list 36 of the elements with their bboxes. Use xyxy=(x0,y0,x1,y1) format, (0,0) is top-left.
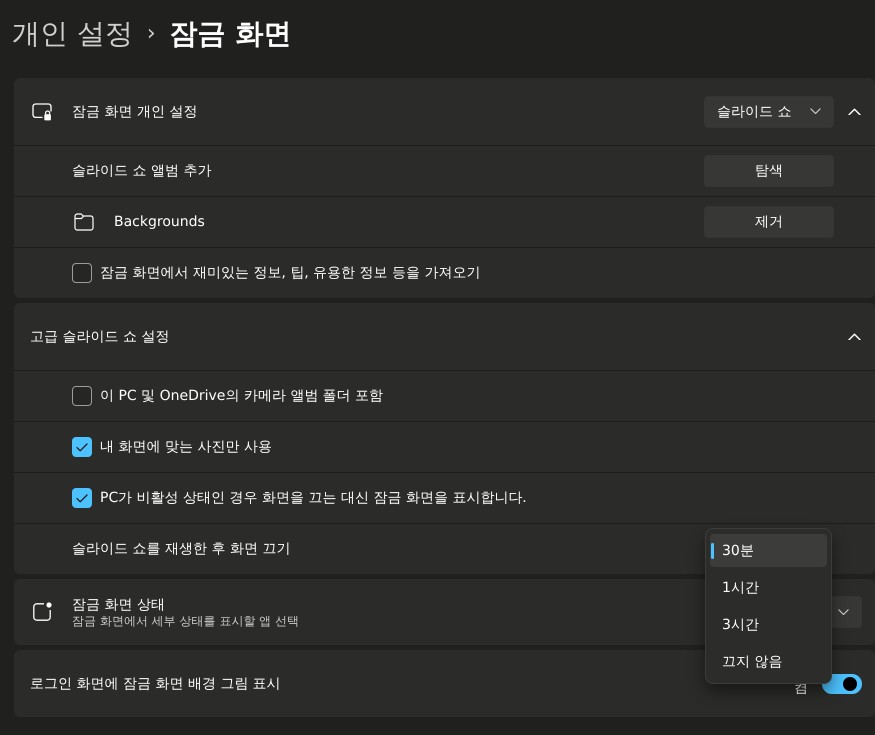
status-dot-square-icon xyxy=(32,602,52,622)
checkmark-icon xyxy=(76,442,88,452)
checkbox-label: PC가 비활성 상태인 경우 화면을 끄는 대신 잠금 화면을 표시합니다. xyxy=(100,489,527,507)
setting-title: 잠금 화면 개인 설정 xyxy=(72,102,198,120)
action-button[interactable]: 제거 xyxy=(704,206,834,238)
breadcrumb-parent[interactable]: 개인 설정 xyxy=(12,12,133,56)
breadcrumb-separator: › xyxy=(146,20,156,48)
setting-title: 고급 슬라이드 쇼 설정 xyxy=(30,328,170,346)
menu-item[interactable]: 끄지 않음 xyxy=(710,645,827,678)
chevron-up-icon[interactable] xyxy=(848,108,860,116)
checkmark-icon xyxy=(76,494,88,502)
setting-description: 잠금 화면에서 세부 상태를 표시할 앱 선택 xyxy=(72,614,299,628)
checkbox[interactable] xyxy=(72,263,92,283)
setting-title: 잠금 화면 상태 xyxy=(72,596,165,614)
checkbox-label: 내 화면에 맞는 사진만 사용 xyxy=(100,438,272,456)
selection-bar-icon xyxy=(711,542,714,558)
folder-name: Backgrounds xyxy=(114,214,205,230)
checkbox[interactable] xyxy=(72,437,92,457)
dropdown-button[interactable]: 슬라이드 쇼 xyxy=(704,96,834,128)
setting-title: 로그인 화면에 잠금 화면 배경 그림 표시 xyxy=(30,674,281,692)
checkbox-label: 이 PC 및 OneDrive의 카메라 앨범 폴더 포함 xyxy=(100,387,384,405)
checkbox[interactable] xyxy=(72,386,92,406)
chevron-down-icon xyxy=(810,108,821,115)
checkbox-label: 잠금 화면에서 재미있는 정보, 팁, 유용한 정보 등을 가져오기 xyxy=(100,264,481,282)
setting-label: 슬라이드 쇼를 재생한 후 화면 끄기 xyxy=(72,540,290,558)
folder-icon xyxy=(74,213,94,231)
setting-label: 슬라이드 쇼 앨범 추가 xyxy=(72,162,212,180)
menu-item[interactable]: 1시간 xyxy=(710,571,827,604)
menu-item[interactable]: 30분 xyxy=(710,534,827,567)
page-title: 잠금 화면 xyxy=(170,16,292,52)
menu-item[interactable]: 3시간 xyxy=(710,608,827,641)
chevron-up-icon[interactable] xyxy=(848,332,860,340)
checkbox[interactable] xyxy=(72,488,92,508)
chevron-down-icon xyxy=(838,608,849,616)
lock-screen-icon xyxy=(32,102,52,120)
action-button[interactable]: 탐색 xyxy=(704,155,834,187)
